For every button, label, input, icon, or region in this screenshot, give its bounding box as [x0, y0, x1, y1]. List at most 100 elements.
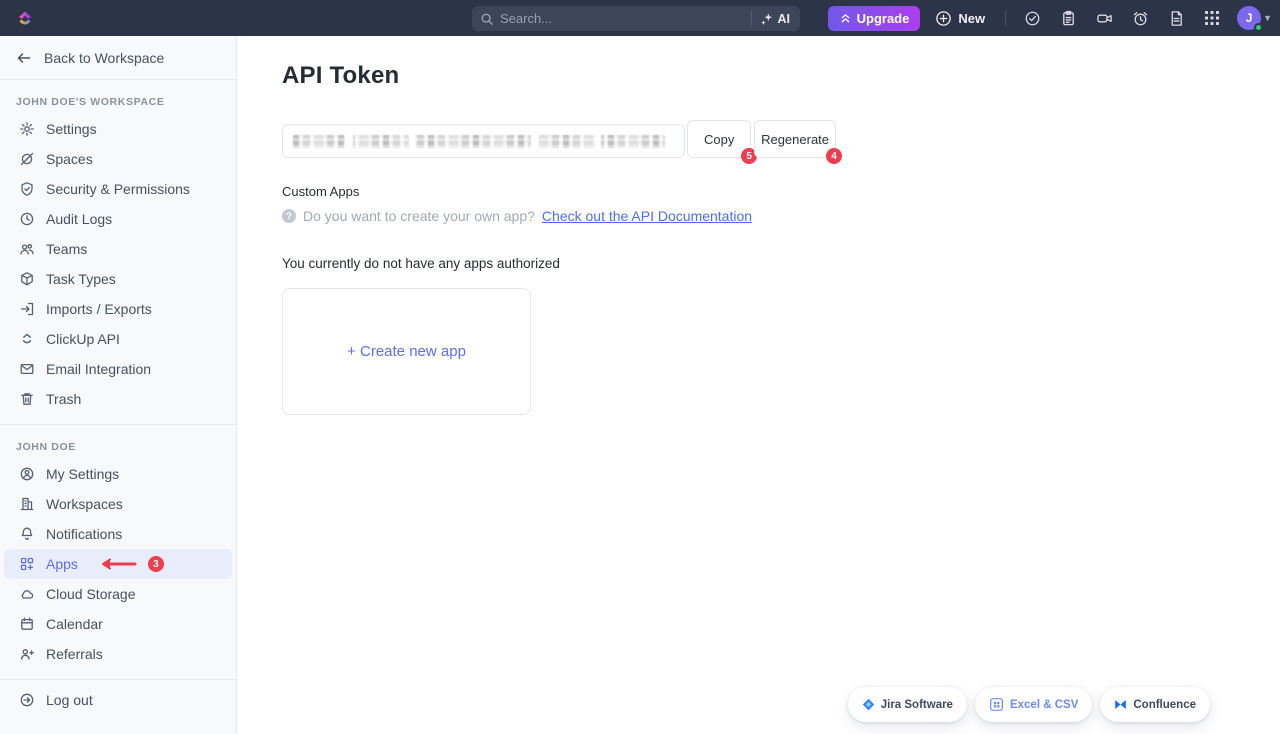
- api-token-redacted: [293, 135, 665, 148]
- create-new-app-link[interactable]: + Create new app: [347, 343, 466, 360]
- person-circle-icon: [18, 466, 35, 483]
- clickup-app: AI Upgrade New: [0, 0, 1280, 734]
- avatar: J: [1237, 6, 1261, 30]
- topbar-actions: Upgrade New: [828, 0, 1272, 36]
- confluence-button[interactable]: Confluence: [1100, 687, 1210, 722]
- back-to-workspace[interactable]: Back to Workspace: [0, 36, 236, 80]
- global-search[interactable]: AI: [472, 6, 800, 31]
- upgrade-icon: [839, 12, 852, 25]
- sidebar-item-workspaces[interactable]: Workspaces: [0, 489, 236, 519]
- clips-camera-icon[interactable]: [1089, 4, 1119, 32]
- sidebar-item-label: Apps: [46, 556, 78, 572]
- excel-csv-button[interactable]: Excel & CSV: [975, 687, 1092, 722]
- sidebar-item-audit-logs[interactable]: Audit Logs: [0, 204, 236, 234]
- logout-button[interactable]: Log out: [0, 680, 236, 720]
- sidebar-item-task-types[interactable]: Task Types: [0, 264, 236, 294]
- topbar-divider: [1005, 10, 1006, 26]
- sidebar-item-teams[interactable]: Teams: [0, 234, 236, 264]
- copy-label: Copy: [704, 132, 734, 147]
- sidebar-item-cloud-storage[interactable]: Cloud Storage: [0, 579, 236, 609]
- spaces-icon: [18, 151, 35, 168]
- jira-icon: [862, 698, 875, 711]
- online-status-dot: [1254, 23, 1263, 32]
- user-section-header: JOHN DOE: [0, 425, 236, 459]
- sidebar-item-label: Trash: [46, 391, 81, 407]
- annotation-arrow: [99, 558, 137, 570]
- gear-icon: [18, 121, 35, 138]
- sidebar-item-referrals[interactable]: Referrals: [0, 639, 236, 669]
- new-button[interactable]: New: [926, 6, 994, 31]
- api-token-field[interactable]: [282, 124, 685, 158]
- upgrade-button[interactable]: Upgrade: [828, 6, 921, 31]
- upgrade-label: Upgrade: [857, 11, 910, 26]
- sidebar-item-label: Security & Permissions: [46, 181, 190, 197]
- create-app-card[interactable]: + Create new app: [282, 288, 531, 415]
- sidebar-item-label: Audit Logs: [46, 211, 112, 227]
- sidebar-item-label: Imports / Exports: [46, 301, 152, 317]
- clock-icon: [18, 211, 35, 228]
- sidebar-item-email-integration[interactable]: Email Integration: [0, 354, 236, 384]
- help-row: ? Do you want to create your own app? Ch…: [282, 208, 1280, 224]
- no-apps-text: You currently do not have any apps autho…: [282, 256, 1280, 271]
- regenerate-button[interactable]: Regenerate 4: [754, 120, 836, 158]
- excel-csv-label: Excel & CSV: [1010, 699, 1078, 711]
- sidebar-item-notifications[interactable]: Notifications: [0, 519, 236, 549]
- main-content: API Token Copy 5 Regenerate 4 Custom App…: [237, 36, 1280, 734]
- confluence-label: Confluence: [1133, 699, 1196, 711]
- building-icon: [18, 496, 35, 513]
- settings-sidebar: Back to Workspace JOHN DOE'S WORKSPACE S…: [0, 36, 237, 734]
- sidebar-item-label: Cloud Storage: [46, 586, 136, 602]
- reminders-alarm-icon[interactable]: [1125, 4, 1155, 32]
- page-title: API Token: [282, 62, 1280, 90]
- annotation-badge-3: 3: [148, 556, 164, 572]
- api-token-row: Copy 5 Regenerate 4: [282, 120, 836, 158]
- top-navbar: AI Upgrade New: [0, 0, 1280, 36]
- plus-circle-icon: [935, 10, 952, 27]
- person-plus-icon: [18, 646, 35, 663]
- notepad-icon[interactable]: [1053, 4, 1083, 32]
- ai-button[interactable]: AI: [760, 12, 793, 26]
- sidebar-item-label: Workspaces: [46, 496, 123, 512]
- docs-icon[interactable]: [1161, 4, 1191, 32]
- clickup-logo-icon[interactable]: [14, 7, 36, 29]
- sidebar-item-label: Spaces: [46, 151, 93, 167]
- api-documentation-link[interactable]: Check out the API Documentation: [542, 208, 752, 224]
- sidebar-item-spaces[interactable]: Spaces: [0, 144, 236, 174]
- copy-button[interactable]: Copy 5: [687, 120, 751, 158]
- app-grid-icon[interactable]: [1197, 4, 1227, 32]
- logout-icon: [18, 692, 35, 709]
- sidebar-item-label: Settings: [46, 121, 97, 137]
- cloud-icon: [18, 586, 35, 603]
- sidebar-item-apps[interactable]: Apps 3: [4, 549, 232, 579]
- sidebar-item-calendar[interactable]: Calendar: [0, 609, 236, 639]
- cube-icon: [18, 271, 35, 288]
- sidebar-item-security[interactable]: Security & Permissions: [0, 174, 236, 204]
- workspace-section-header: JOHN DOE'S WORKSPACE: [0, 80, 236, 114]
- chevron-down-icon: ▼: [1263, 13, 1272, 23]
- avatar-initial: J: [1246, 11, 1253, 25]
- sidebar-item-clickup-api[interactable]: ClickUp API: [0, 324, 236, 354]
- logout-label: Log out: [46, 692, 93, 708]
- regenerate-label: Regenerate: [761, 132, 829, 147]
- user-menu[interactable]: J ▼: [1237, 6, 1272, 30]
- sidebar-item-my-settings[interactable]: My Settings: [0, 459, 236, 489]
- shield-check-icon: [18, 181, 35, 198]
- sidebar-item-label: Calendar: [46, 616, 103, 632]
- sidebar-item-label: Notifications: [46, 526, 122, 542]
- trash-icon: [18, 391, 35, 408]
- sidebar-item-trash[interactable]: Trash: [0, 384, 236, 414]
- sidebar-item-label: My Settings: [46, 466, 119, 482]
- new-label: New: [958, 11, 985, 26]
- sidebar-item-settings[interactable]: Settings: [0, 114, 236, 144]
- jira-software-button[interactable]: Jira Software: [848, 687, 967, 722]
- help-question-icon: ?: [282, 209, 296, 223]
- sidebar-item-imports-exports[interactable]: Imports / Exports: [0, 294, 236, 324]
- annotation-badge-4: 4: [826, 148, 842, 164]
- custom-apps-heading: Custom Apps: [282, 184, 1280, 199]
- back-label: Back to Workspace: [44, 50, 164, 66]
- tasks-check-icon[interactable]: [1017, 4, 1047, 32]
- clickup-api-icon: [18, 331, 35, 348]
- search-input[interactable]: [500, 11, 743, 26]
- sidebar-item-label: ClickUp API: [46, 331, 120, 347]
- people-icon: [18, 241, 35, 258]
